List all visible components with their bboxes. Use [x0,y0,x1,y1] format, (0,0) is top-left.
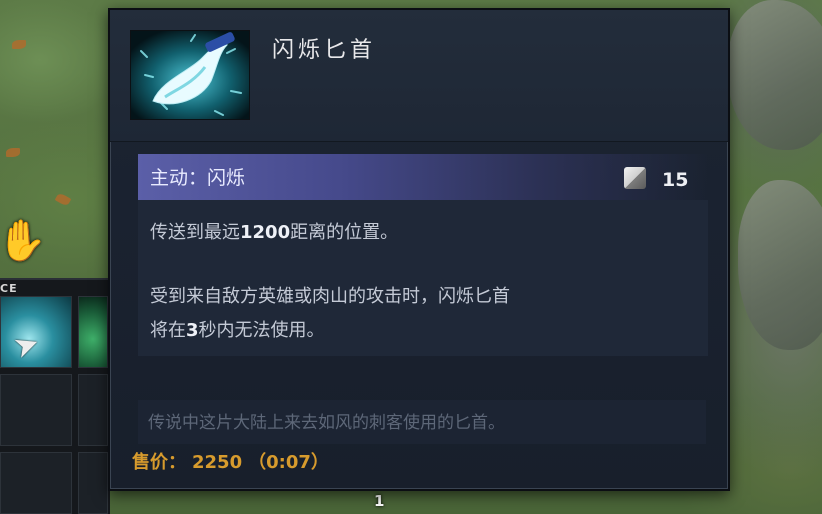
inventory-slot[interactable] [0,452,72,514]
description-text: 传送到最远 [150,222,240,243]
item-tooltip: 闪烁匕首 主动：闪烁 15 传送到最远1200距离的位置。 受到来自敌方英雄或肉… [108,8,730,491]
description-highlight: 3 [186,320,199,341]
inventory-label: CE [0,282,18,295]
inventory-slot[interactable] [78,374,108,446]
sell-label: 售价： [132,452,186,473]
description-line-3: 将在3秒内无法使用。 [150,316,325,342]
description-highlight: 1200 [240,222,291,243]
sell-time: （0:07） [248,452,329,473]
autumn-leaf [12,40,26,49]
lore-text: 传说中这片大陆上来去如风的刺客使用的匕首。 [148,413,505,433]
inventory-slot[interactable] [78,452,108,514]
inventory-slot[interactable] [0,374,72,446]
cooldown-icon [624,167,646,189]
description-text: 秒内无法使用。 [198,320,325,341]
blink-dagger-icon [130,30,250,120]
inventory-slot[interactable] [78,296,108,368]
item-name: 闪烁匕首 [272,38,377,63]
sell-price-row: 售价： 2250 （0:07） [132,448,335,474]
hand-cursor-icon: ✋ [0,217,47,264]
autumn-leaf [6,148,20,157]
bottom-counter: 1 [374,492,385,510]
description-text: 将在 [150,320,186,341]
description-line-1: 传送到最远1200距离的位置。 [150,218,398,244]
ability-title: 主动：闪烁 [150,167,246,189]
sell-price: 2250 [192,452,243,473]
description-line-2: 受到来自敌方英雄或肉山的攻击时，闪烁匕首 [150,286,510,307]
cooldown-value: 15 [662,169,689,191]
description-text: 距离的位置。 [290,222,399,243]
